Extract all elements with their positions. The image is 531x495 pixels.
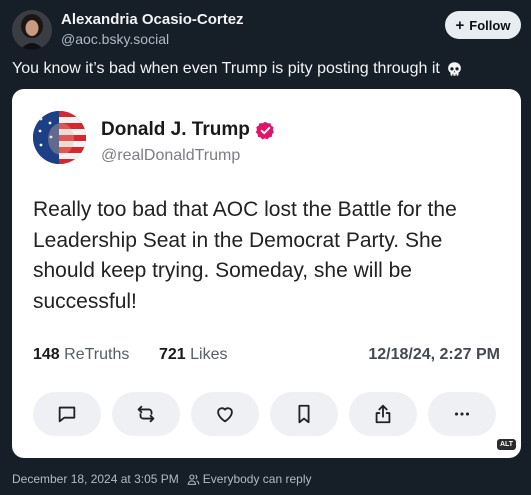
follow-button-label: Follow bbox=[469, 17, 511, 33]
reply-icon bbox=[58, 406, 76, 423]
retruths-label: ReTruths bbox=[64, 346, 130, 363]
retruths-count: 148 bbox=[33, 346, 60, 363]
skull-icon bbox=[447, 61, 461, 76]
bookmark-button bbox=[270, 392, 338, 436]
truth-author-handle: @realDonaldTrump bbox=[101, 147, 241, 164]
retruth-icon bbox=[137, 405, 155, 423]
bookmark-icon bbox=[298, 404, 310, 424]
post-text-content: You know it’s bad when even Trump is pit… bbox=[12, 60, 440, 77]
follow-button[interactable]: + Follow bbox=[445, 11, 521, 39]
post-text: You know it’s bad when even Trump is pit… bbox=[12, 60, 521, 78]
more-icon bbox=[454, 412, 470, 416]
people-icon bbox=[187, 474, 200, 485]
verified-badge-icon bbox=[255, 121, 274, 139]
retruth-button bbox=[112, 392, 180, 436]
truth-date: 12/18/24, 2:27 PM bbox=[368, 346, 500, 363]
truth-author-name: Donald J. Trump bbox=[101, 119, 275, 141]
share-button bbox=[349, 392, 417, 436]
truth-avatar bbox=[33, 111, 86, 164]
author-name[interactable]: Alexandria Ocasio-Cortez bbox=[61, 11, 244, 28]
likes-stat: 721 Likes bbox=[159, 346, 228, 364]
embedded-image[interactable]: Donald J. Trump @realDonaldTrump Really … bbox=[12, 89, 521, 458]
author-avatar[interactable] bbox=[12, 10, 52, 50]
likes-count: 721 bbox=[159, 346, 186, 363]
author-handle[interactable]: @aoc.bsky.social bbox=[61, 31, 169, 47]
more-button bbox=[428, 392, 496, 436]
reply-button bbox=[33, 392, 101, 436]
truth-text: Really too bad that AOC lost the Battle … bbox=[33, 198, 457, 313]
post-timestamp[interactable]: December 18, 2024 at 3:05 PM bbox=[12, 472, 179, 486]
truth-author-name-text: Donald J. Trump bbox=[101, 119, 250, 140]
post: Alexandria Ocasio-Cortez @aoc.bsky.socia… bbox=[0, 0, 531, 495]
post-footer: December 18, 2024 at 3:05 PM Everybody c… bbox=[12, 472, 312, 486]
like-button bbox=[191, 392, 259, 436]
plus-icon: + bbox=[455, 16, 465, 34]
share-icon bbox=[375, 404, 391, 424]
like-icon bbox=[217, 407, 233, 423]
alt-text-badge[interactable]: ALT bbox=[497, 439, 517, 450]
reply-setting: Everybody can reply bbox=[202, 472, 312, 486]
likes-label: Likes bbox=[190, 346, 228, 363]
retruths-stat: 148 ReTruths bbox=[33, 346, 129, 364]
